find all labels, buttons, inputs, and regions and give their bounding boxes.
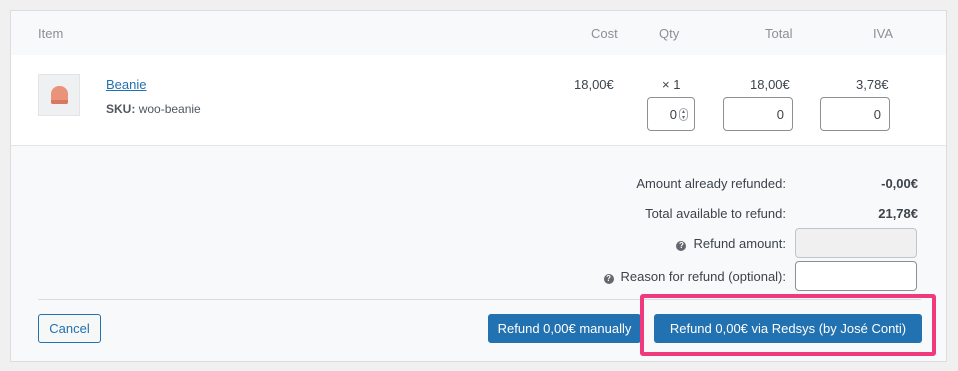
product-sku: SKU: woo-beanie	[106, 102, 201, 116]
refund-qty-value: 0	[669, 107, 677, 122]
refund-total-input[interactable]: 0	[723, 97, 793, 131]
available-to-refund-label: Total available to refund:	[645, 206, 786, 221]
header-total: Total	[765, 26, 793, 41]
item-tax: 3,78€	[856, 77, 889, 92]
refund-qty-input[interactable]: 0 ▴ ▾	[647, 97, 695, 131]
header-qty: Qty	[659, 26, 680, 41]
item-total: 18,00€	[750, 77, 790, 92]
highlight-annotation	[640, 294, 936, 356]
product-name-link[interactable]: Beanie	[106, 77, 146, 92]
question-circle-icon[interactable]: ?	[603, 274, 614, 284]
refund-total-value: 0	[776, 107, 784, 122]
question-circle-icon[interactable]: ?	[676, 241, 687, 251]
sku-label: SKU:	[106, 102, 136, 116]
refund-manually-button[interactable]: Refund 0,00€ manually	[488, 314, 641, 343]
refund-amount-input[interactable]	[795, 228, 917, 258]
product-thumbnail[interactable]	[38, 74, 80, 116]
table-row: Beanie SKU: woo-beanie 18,00€ × 1 18,00€…	[11, 55, 946, 146]
already-refunded-value: -0,00€	[881, 176, 918, 191]
cancel-button[interactable]: Cancel	[38, 314, 101, 343]
refund-amount-label-text: Refund amount:	[693, 236, 786, 251]
already-refunded-label: Amount already refunded:	[636, 176, 786, 191]
header-item: Item	[38, 26, 64, 41]
items-table-header: Item Cost Qty Total IVA	[11, 11, 946, 55]
refund-amount-label: ? Refund amount:	[676, 236, 786, 251]
header-tax: IVA	[873, 26, 893, 41]
available-to-refund-value: 21,78€	[878, 206, 918, 221]
item-qty: × 1	[662, 77, 681, 92]
stepper-arrows-icon[interactable]: ▴ ▾	[679, 108, 688, 121]
sku-value: woo-beanie	[138, 102, 201, 116]
refund-panel: Item Cost Qty Total IVA Beanie SKU: woo-…	[10, 10, 947, 362]
item-cost: 18,00€	[574, 77, 614, 92]
refund-reason-label: ? Reason for refund (optional):	[603, 269, 786, 284]
refund-tax-value: 0	[873, 107, 881, 122]
refund-tax-input[interactable]: 0	[820, 97, 890, 131]
refund-reason-input[interactable]	[795, 261, 917, 291]
beanie-image-icon	[51, 86, 68, 104]
header-cost: Cost	[591, 26, 618, 41]
refund-reason-label-text: Reason for refund (optional):	[620, 269, 786, 284]
